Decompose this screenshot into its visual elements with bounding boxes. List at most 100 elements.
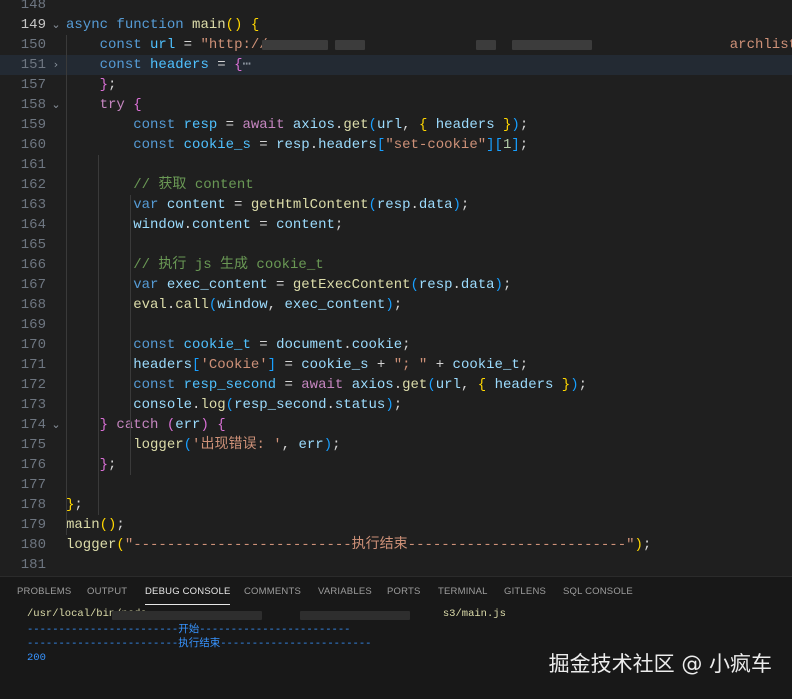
- tab-ports[interactable]: PORTS: [387, 577, 421, 607]
- code-token: err: [175, 417, 201, 433]
- tab-comments[interactable]: COMMENTS: [244, 577, 301, 607]
- tab-sql-console[interactable]: SQL CONSOLE: [563, 577, 633, 607]
- code-token: .: [410, 197, 419, 213]
- code-token: err: [298, 437, 324, 453]
- line-number: 158: [20, 97, 46, 113]
- code-token: .: [343, 337, 352, 353]
- line-number: 160: [20, 137, 46, 153]
- code-line[interactable]: 173 console.log(resp_second.status);: [0, 395, 792, 415]
- code-line[interactable]: 157 };: [0, 75, 792, 95]
- tab-debug-console[interactable]: DEBUG CONSOLE: [145, 577, 231, 607]
- code-token: log: [200, 397, 226, 413]
- code-line[interactable]: 169: [0, 315, 792, 335]
- code-token: ): [200, 417, 209, 433]
- tab-variables[interactable]: VARIABLES: [318, 577, 372, 607]
- line-number: 165: [20, 237, 46, 253]
- code-token: =: [276, 357, 302, 373]
- code-token: ): [634, 537, 643, 553]
- tab-terminal[interactable]: TERMINAL: [438, 577, 488, 607]
- code-line[interactable]: 164 window.content = content;: [0, 215, 792, 235]
- code-token: +: [427, 357, 453, 373]
- code-text: async function main() {: [66, 15, 259, 35]
- code-token: ;: [460, 197, 470, 213]
- fold-collapse-icon[interactable]: ⌄: [50, 15, 62, 35]
- code-token: ): [570, 377, 579, 393]
- code-line[interactable]: 166 // 执行 js 生成 cookie_t: [0, 255, 792, 275]
- code-token: getHtmlContent: [250, 197, 369, 213]
- code-token: ]: [486, 137, 495, 153]
- code-token: ;: [393, 297, 403, 313]
- code-line[interactable]: 171 headers['Cookie'] = cookie_s + "; " …: [0, 355, 792, 375]
- code-line[interactable]: 179 main();: [0, 515, 792, 535]
- line-number: 167: [20, 277, 46, 293]
- code-token: data: [418, 197, 453, 213]
- code-token: =: [250, 337, 277, 353]
- code-text: var exec_content = getExecContent(resp.d…: [66, 275, 511, 295]
- code-token: get: [343, 117, 369, 133]
- code-text: const cookie_s = resp.headers ["set-cooki…: [66, 135, 528, 155]
- code-token: exec_content: [166, 277, 268, 293]
- code-token: (: [183, 437, 193, 453]
- code-line[interactable]: 181: [0, 555, 792, 575]
- code-token: {: [477, 377, 495, 393]
- code-line[interactable]: 167 var exec_content = getExecContent(re…: [0, 275, 792, 295]
- code-token: window: [217, 297, 268, 313]
- code-line[interactable]: 174 ⌄ } catch (err) {: [0, 415, 792, 435]
- code-token: headers: [318, 137, 377, 153]
- code-line[interactable]: 168 eval.call(window, exec_content);: [0, 295, 792, 315]
- code-line[interactable]: 172 const resp_second = await axios.get(…: [0, 375, 792, 395]
- code-token: const: [99, 37, 151, 53]
- bottom-panel: PROBLEMS OUTPUT DEBUG CONSOLE COMMENTS VARIA…: [0, 576, 792, 699]
- code-line[interactable]: 161: [0, 155, 792, 175]
- code-line[interactable]: 149 ⌄ async function main() {: [0, 15, 792, 35]
- code-line[interactable]: 170 const cookie_t = document.cookie;: [0, 335, 792, 355]
- line-number: 178: [20, 497, 46, 513]
- line-number: 170: [20, 337, 46, 353]
- code-line[interactable]: 160 const cookie_s = resp.headers ["set-c…: [0, 135, 792, 155]
- code-line[interactable]: 150 const url = "http:// archlist.dhtml": [0, 35, 792, 55]
- code-editor[interactable]: 148 149 ⌄ async function main() {150 const …: [0, 0, 792, 576]
- fold-collapse-icon[interactable]: ⌄: [50, 415, 62, 435]
- code-token: ,: [402, 117, 419, 133]
- code-token: status: [334, 397, 386, 413]
- code-token: eval: [133, 297, 167, 313]
- code-token: ⋯: [242, 57, 251, 73]
- code-line[interactable]: 158 ⌄ try {: [0, 95, 792, 115]
- code-line[interactable]: 176 };: [0, 455, 792, 475]
- code-line[interactable]: 180 logger("--------------------------执行结…: [0, 535, 792, 555]
- code-line[interactable]: 162 // 获取 content: [0, 175, 792, 195]
- code-token: ): [385, 297, 394, 313]
- code-token: const: [133, 117, 184, 133]
- code-token: .: [309, 137, 319, 153]
- code-token: 'Cookie': [200, 357, 268, 373]
- code-token: ;: [108, 457, 117, 473]
- code-token: "set-cookie": [385, 137, 487, 153]
- line-number: 151: [20, 57, 46, 73]
- code-token: {: [217, 417, 226, 433]
- tab-problems[interactable]: PROBLEMS: [17, 577, 71, 607]
- code-line[interactable]: 178};: [0, 495, 792, 515]
- fold-collapse-icon[interactable]: ⌄: [50, 95, 62, 115]
- fold-expand-icon[interactable]: ›: [50, 55, 62, 75]
- line-number: 179: [20, 517, 46, 533]
- code-token: archlist.dhtml": [729, 37, 792, 53]
- code-token: {: [250, 17, 260, 33]
- code-token: const: [133, 137, 184, 153]
- code-line[interactable]: 175 logger('出现错误: ', err);: [0, 435, 792, 455]
- code-line[interactable]: 159 const resp = await axios.get(url, { …: [0, 115, 792, 135]
- line-number: 175: [20, 437, 46, 453]
- code-line[interactable]: 177: [0, 475, 792, 495]
- tab-gitlens[interactable]: GITLENS: [504, 577, 546, 607]
- code-line[interactable]: 151 › const headers = {⋯: [0, 55, 792, 75]
- code-text: };: [66, 495, 83, 515]
- code-line[interactable]: 165: [0, 235, 792, 255]
- code-line[interactable]: 148: [0, 0, 792, 15]
- tab-output[interactable]: OUTPUT: [87, 577, 127, 607]
- code-text: const url = "http:// archlist.dhtml": [66, 35, 792, 55]
- code-token: window: [133, 217, 184, 233]
- code-line[interactable]: 163 var content = getHtmlContent(resp.da…: [0, 195, 792, 215]
